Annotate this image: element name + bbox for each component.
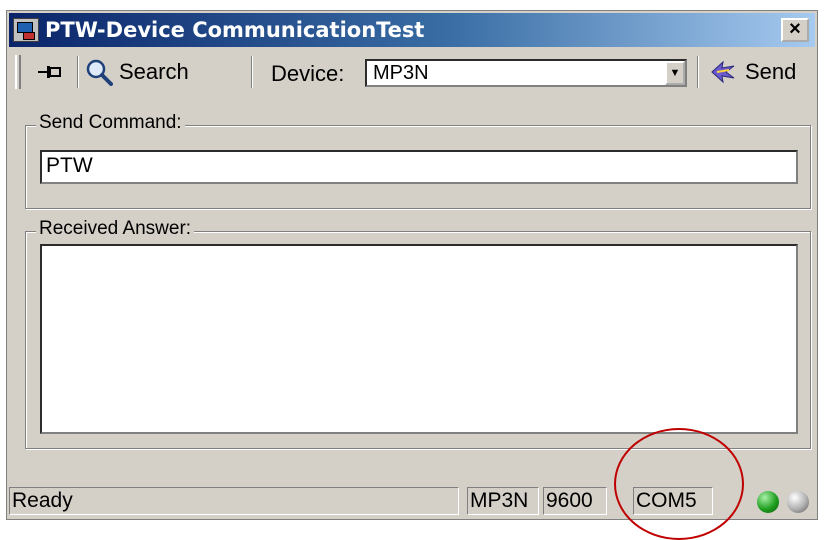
send-button[interactable]: Send <box>709 56 796 88</box>
window-title: PTW-Device CommunicationTest <box>45 18 425 42</box>
status-device: MP3N <box>467 487 539 515</box>
toolbar-separator <box>77 56 79 88</box>
send-command-input[interactable]: PTW <box>40 150 798 184</box>
dropdown-button[interactable]: ▼ <box>665 61 685 85</box>
toolbar-grip[interactable] <box>15 55 21 89</box>
device-value: MP3N <box>373 62 429 84</box>
received-answer-group: Received Answer: <box>25 218 811 449</box>
status-baud: 9600 <box>543 487 607 515</box>
status-text: Ready <box>9 487 459 515</box>
app-icon <box>13 18 39 42</box>
send-icon <box>711 60 735 84</box>
send-label: Send <box>745 59 797 84</box>
status-port: COM5 <box>633 487 713 515</box>
activity-led-icon <box>787 491 809 513</box>
title-bar: PTW-Device CommunicationTest × <box>9 13 815 47</box>
search-button[interactable]: Search <box>85 56 189 88</box>
status-bar: Ready MP3N 9600 COM5 <box>9 485 815 517</box>
received-answer-textarea[interactable] <box>40 244 798 434</box>
close-button[interactable]: × <box>781 18 809 42</box>
pin-icon <box>38 66 61 78</box>
device-select[interactable]: MP3N ▼ <box>365 59 687 87</box>
send-command-value: PTW <box>46 154 93 177</box>
search-icon <box>86 59 113 86</box>
toolbar: Search Device: MP3N ▼ Send <box>9 51 815 93</box>
send-command-label: Send Command: <box>36 112 185 134</box>
received-answer-label: Received Answer: <box>36 218 195 240</box>
device-label: Device: <box>271 61 345 86</box>
toolbar-separator <box>251 56 253 88</box>
pin-button[interactable] <box>31 56 69 88</box>
toolbar-separator <box>697 56 699 88</box>
chevron-down-icon: ▼ <box>669 67 681 79</box>
main-window: PTW-Device CommunicationTest × Search De… <box>6 10 818 520</box>
send-command-group: Send Command: PTW <box>25 112 811 209</box>
connection-led-icon <box>757 491 779 513</box>
search-label: Search <box>119 59 189 84</box>
